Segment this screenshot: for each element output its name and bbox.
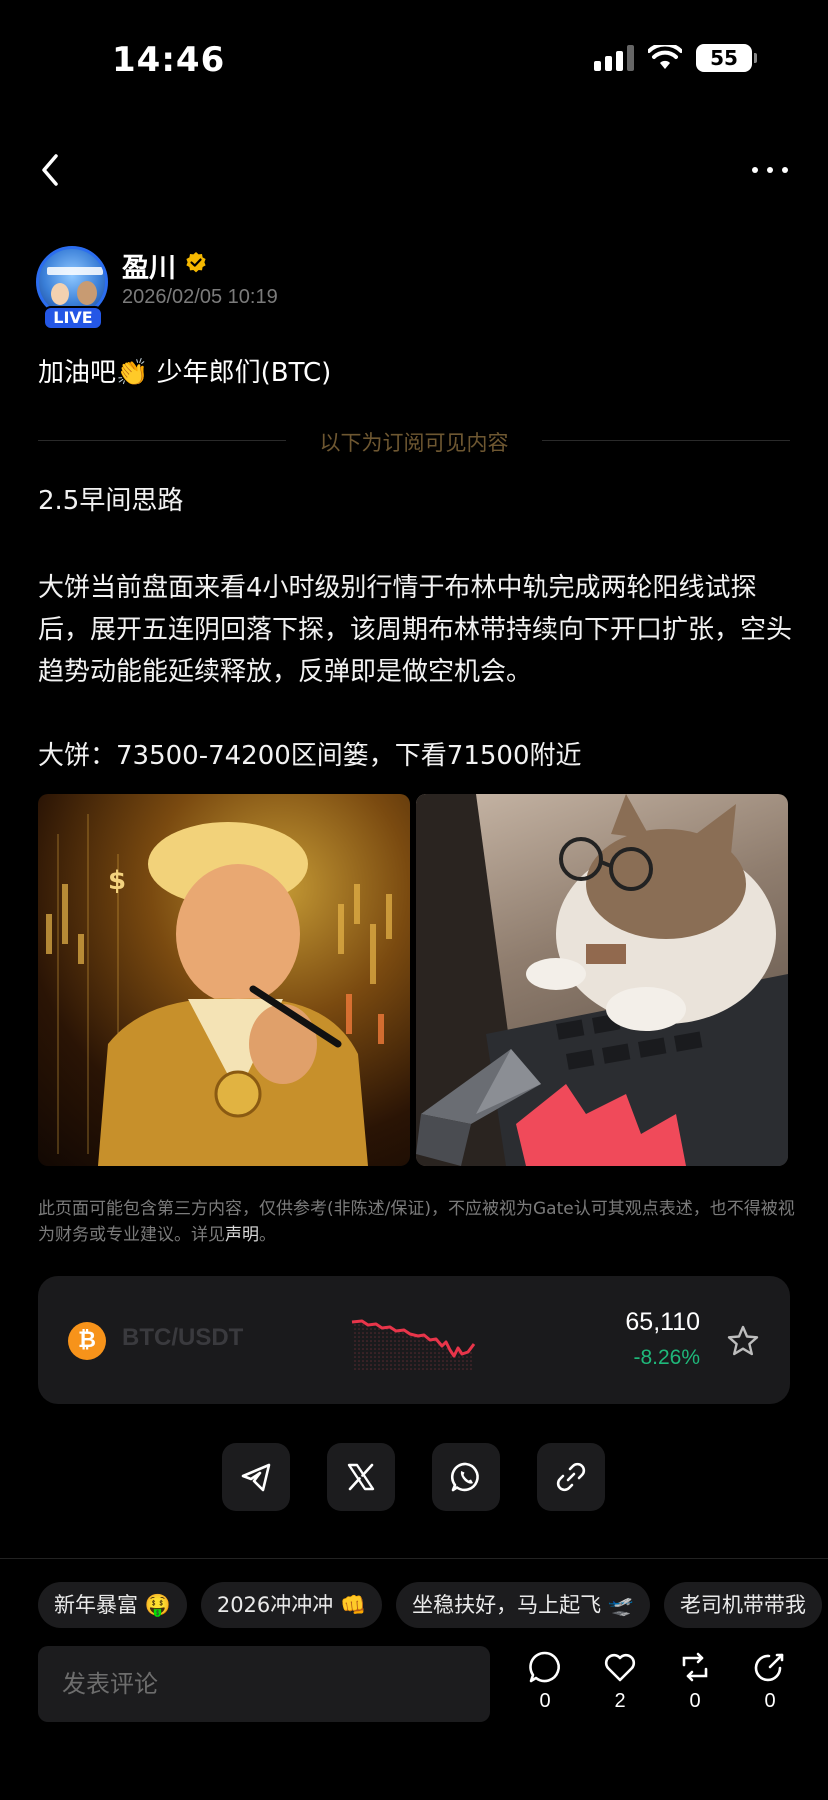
back-arrow-icon[interactable]	[36, 150, 64, 190]
disclaimer-end: 。	[259, 1225, 276, 1245]
share-whatsapp-button[interactable]	[432, 1443, 500, 1511]
battery-icon: 55	[696, 44, 757, 72]
status-time: 14:46	[112, 40, 226, 80]
share-x-button[interactable]	[327, 1443, 395, 1511]
post-title: 加油吧👏 少年郎们(BTC)	[38, 358, 332, 388]
disclaimer: 此页面可能包含第三方内容，仅供参考(非陈述/保证)，不应被视为Gate认可其观点…	[38, 1196, 798, 1248]
more-options-icon[interactable]	[750, 158, 790, 182]
cellular-signal-icon	[594, 45, 634, 71]
post-image-trading-cat[interactable]	[416, 794, 788, 1166]
live-badge[interactable]: LIVE	[43, 306, 103, 330]
author-name[interactable]: 盈川	[122, 246, 176, 285]
disclaimer-link[interactable]: 声明	[225, 1225, 259, 1245]
comment-bubble-icon	[529, 1651, 560, 1683]
share-telegram-button[interactable]	[222, 1443, 290, 1511]
author-header: LIVE 盈川 2026/02/05 10:19	[36, 246, 796, 330]
repost-action[interactable]: 0	[670, 1650, 720, 1713]
share-action[interactable]: 0	[745, 1650, 795, 1713]
like-count: 2	[614, 1690, 626, 1712]
quick-comment-chip[interactable]: 2026冲冲冲 👊	[200, 1582, 383, 1628]
repost-count: 0	[689, 1690, 701, 1712]
like-action[interactable]: 2	[595, 1650, 645, 1713]
quick-comment-chip[interactable]: 坐稳扶好，马上起飞 🛫	[396, 1582, 650, 1628]
share-arrow-icon	[754, 1653, 784, 1682]
status-bar: 14:46 55	[0, 0, 828, 120]
status-icons: 55	[594, 44, 757, 72]
comment-input[interactable]: 发表评论	[38, 1646, 490, 1722]
subscriber-only-divider: 以下为订阅可见内容	[319, 431, 509, 455]
quick-comment-chips: 新年暴富 🤑 2026冲冲冲 👊 坐稳扶好，马上起飞 🛫 老司机带带我	[38, 1582, 828, 1628]
bitcoin-icon: ₿	[68, 1322, 106, 1360]
whatsapp-icon	[450, 1462, 479, 1492]
post-heading: 2.5早间思路	[38, 486, 184, 516]
svg-text:$: $	[108, 866, 126, 896]
price-sparkline	[351, 1319, 476, 1372]
copy-link-button[interactable]	[537, 1443, 605, 1511]
ticker-change: -8.26%	[633, 1346, 700, 1369]
comment-action[interactable]: 0	[520, 1650, 570, 1713]
heart-icon	[604, 1653, 636, 1682]
post-image-golden-trader[interactable]: $	[38, 794, 410, 1166]
ticker-card[interactable]: ₿ BTC/USDT 65,110 -8.26%	[38, 1276, 790, 1404]
quick-comment-chip[interactable]: 老司机带带我	[663, 1582, 822, 1628]
post-date: 2026/02/05 10:19	[122, 286, 278, 308]
wifi-icon	[648, 45, 682, 69]
post-paragraph: 大饼当前盘面来看4小时级别行情于布林中轨完成两轮阳线试探后，展开五连阴回落下探，…	[38, 573, 793, 687]
disclaimer-text: 此页面可能包含第三方内容，仅供参考(非陈述/保证)，不应被视为Gate认可其观点…	[38, 1199, 795, 1245]
verified-badge-icon	[186, 252, 206, 273]
ticker-pair: BTC/USDT	[122, 1324, 244, 1351]
favorite-star-icon[interactable]	[726, 1324, 760, 1358]
share-count: 0	[764, 1690, 776, 1712]
ticker-price: 65,110	[625, 1308, 700, 1336]
comment-count: 0	[539, 1690, 551, 1712]
section-separator	[0, 1558, 828, 1559]
post-strategy: 大饼：73500-74200区间篓，下看71500附近	[38, 741, 582, 771]
link-icon	[556, 1462, 586, 1492]
telegram-icon	[241, 1463, 271, 1492]
repost-icon	[682, 1652, 708, 1682]
x-logo-icon	[347, 1463, 375, 1491]
quick-comment-chip[interactable]: 新年暴富 🤑	[38, 1582, 187, 1628]
